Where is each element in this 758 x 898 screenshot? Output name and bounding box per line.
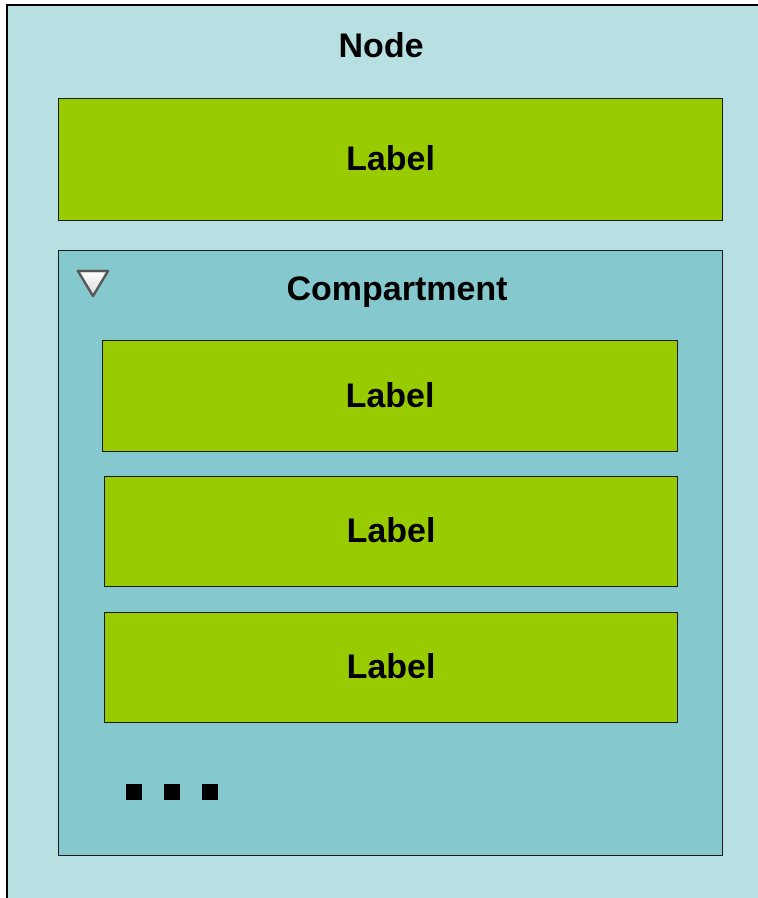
ellipsis-dot [126,784,142,800]
ellipsis-dot [164,784,180,800]
ellipsis-dot [202,784,218,800]
compartment-label-2[interactable]: Label [104,476,678,587]
compartment-title: Compartment [286,270,508,308]
compartment-label-3[interactable]: Label [104,612,678,723]
node-label[interactable]: Label [58,98,723,221]
node-title: Node [338,27,424,65]
compartment-label-1[interactable]: Label [102,340,678,452]
ellipsis-icon [126,784,218,800]
